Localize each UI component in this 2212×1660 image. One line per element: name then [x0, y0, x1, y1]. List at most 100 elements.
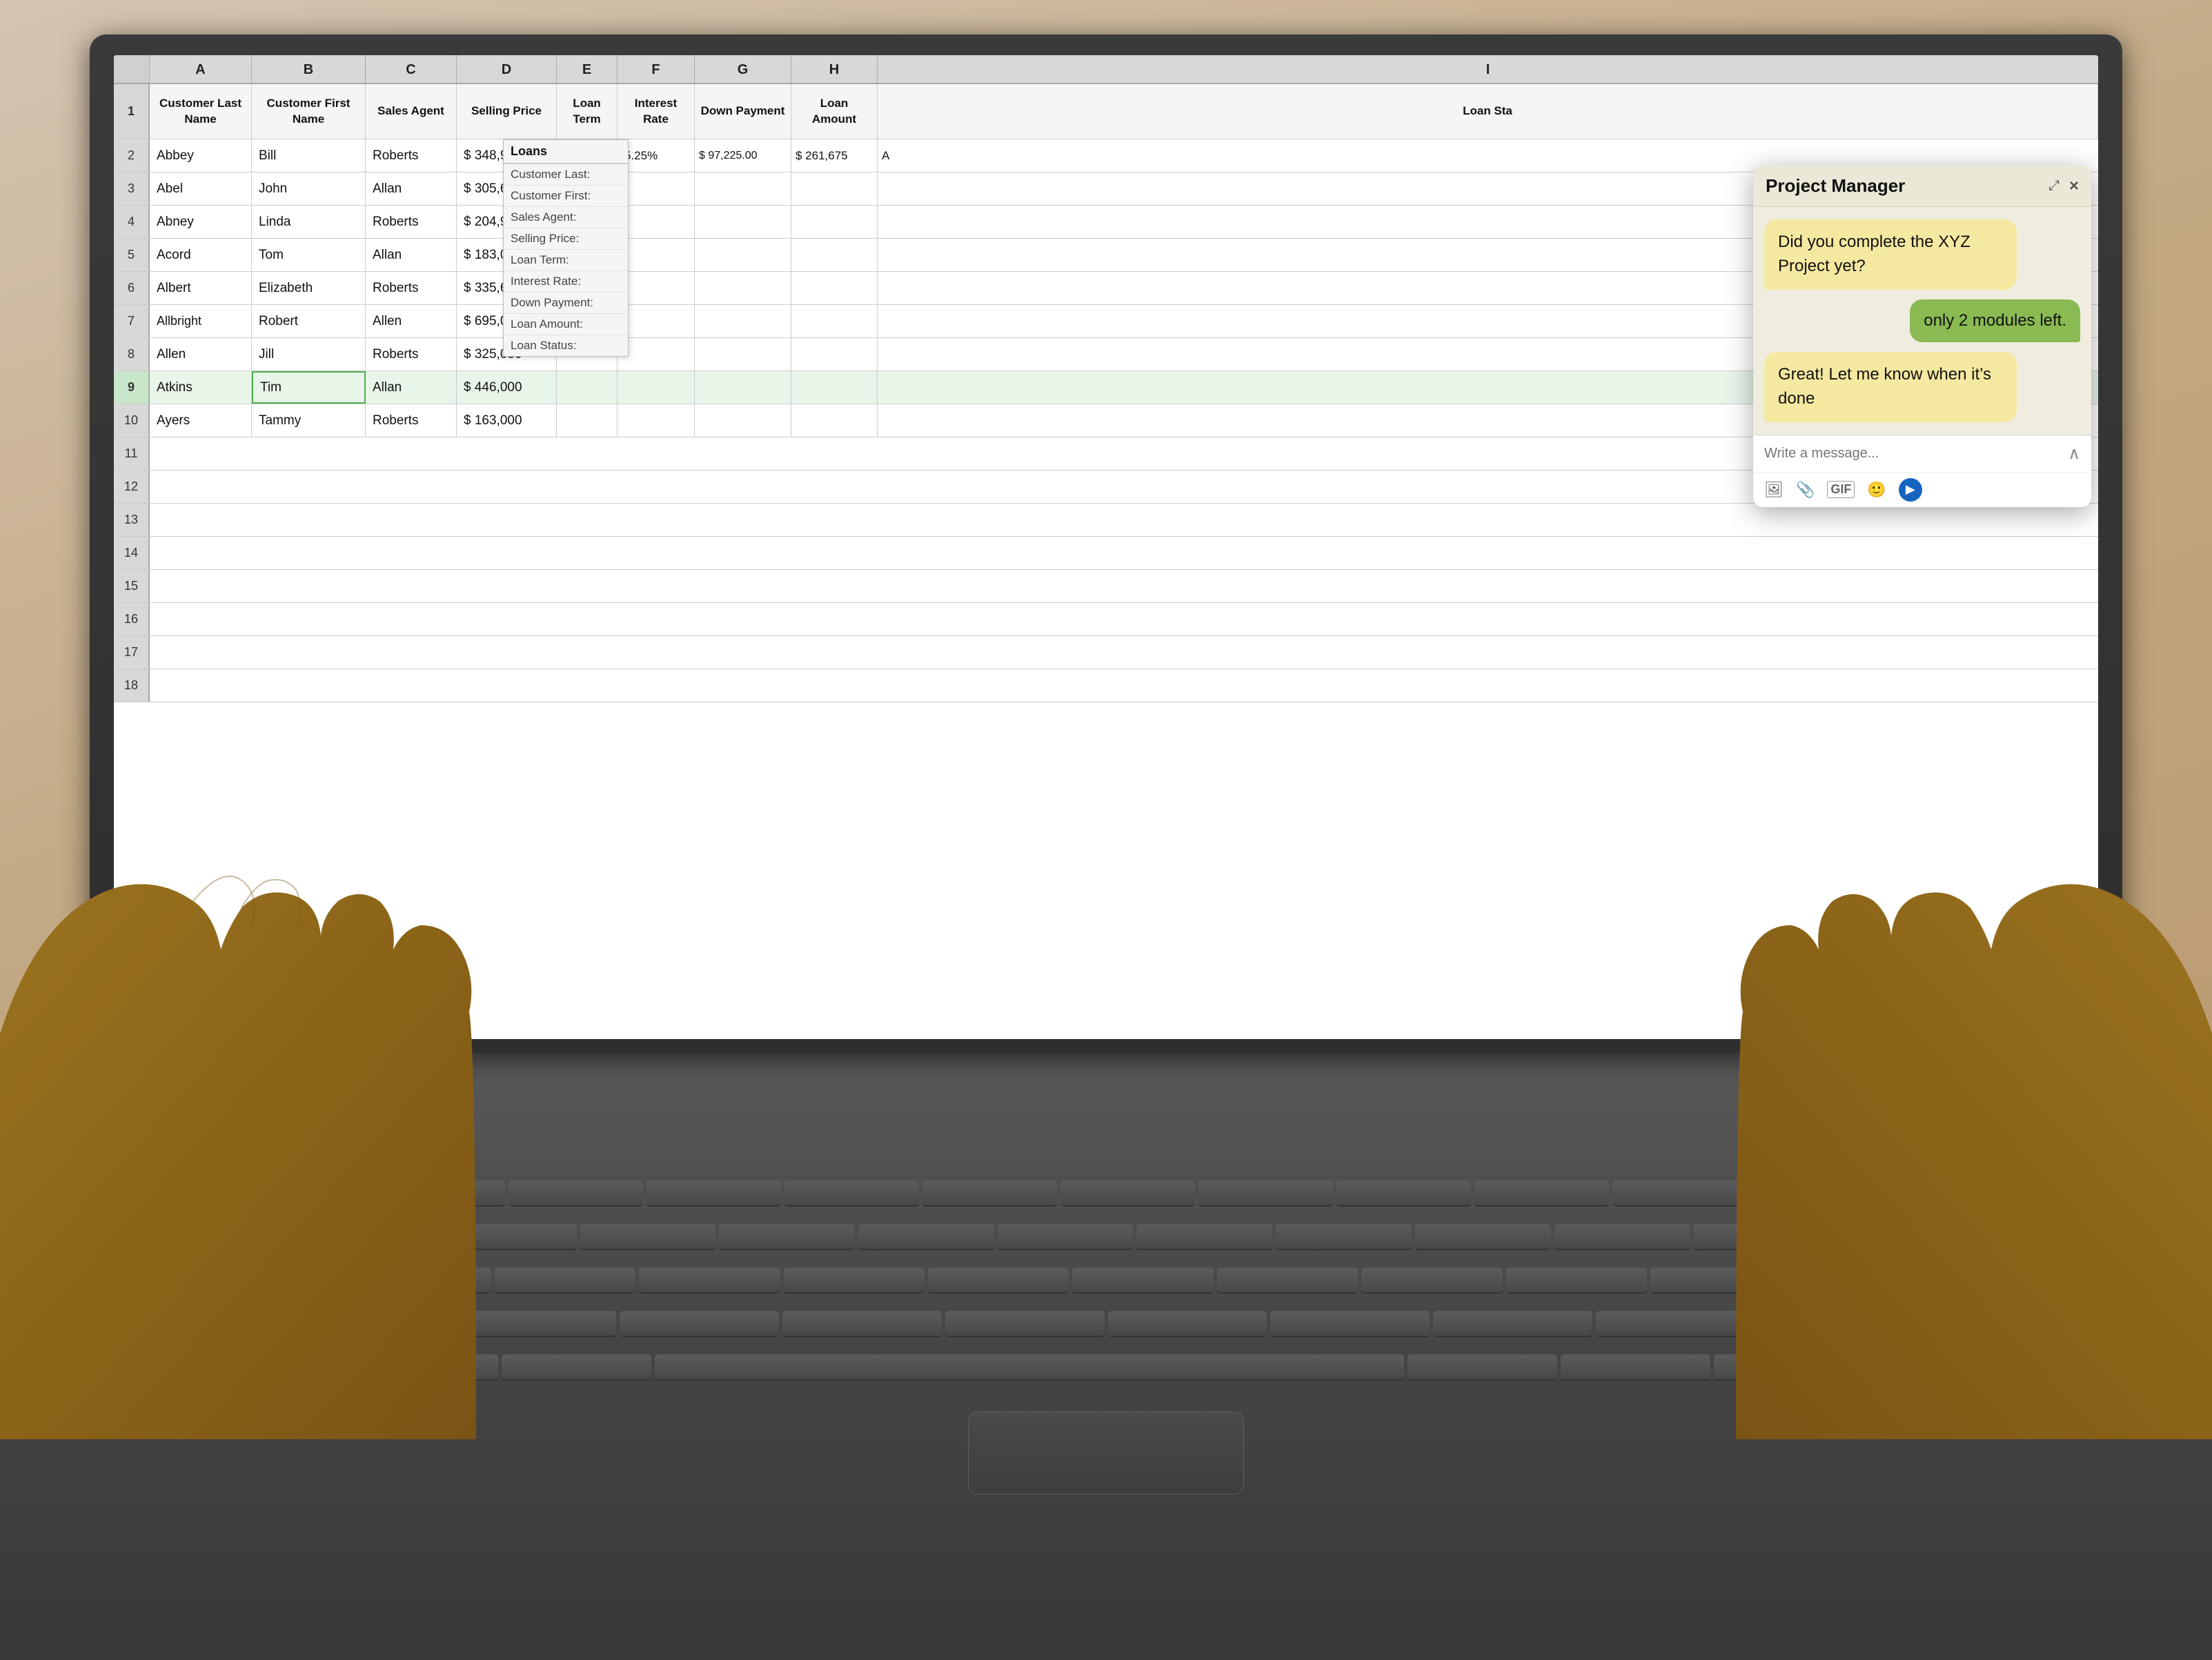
- cell-9g[interactable]: [695, 371, 791, 404]
- chat-message-input[interactable]: [1764, 446, 2061, 462]
- cell-1c[interactable]: Sales Agent: [366, 84, 457, 139]
- row-num-2: 2: [114, 139, 150, 172]
- cell-10f[interactable]: [618, 404, 695, 437]
- cell-5b[interactable]: Tom: [252, 239, 366, 271]
- cell-5a[interactable]: Acord: [150, 239, 252, 271]
- cell-1g[interactable]: Down Payment: [695, 84, 791, 139]
- corner-cell: [114, 55, 150, 83]
- table-row[interactable]: 18: [114, 669, 2098, 702]
- col-header-f: F: [618, 55, 695, 83]
- cell-1d[interactable]: Selling Price: [457, 84, 557, 139]
- cell-7f[interactable]: [618, 305, 695, 337]
- cell-9c[interactable]: Allan: [366, 371, 457, 404]
- cell-2g[interactable]: $ 97,225.00: [695, 139, 791, 172]
- chevron-up-icon[interactable]: ∧: [2068, 444, 2080, 464]
- cell-10a[interactable]: Ayers: [150, 404, 252, 437]
- trackpad[interactable]: [968, 1412, 1244, 1494]
- col-header-i: I: [878, 55, 2098, 83]
- table-row[interactable]: 17: [114, 636, 2098, 669]
- cell-7h[interactable]: [791, 305, 878, 337]
- cell-6f[interactable]: [618, 272, 695, 304]
- cell-7b[interactable]: Robert: [252, 305, 366, 337]
- cell-7g[interactable]: [695, 305, 791, 337]
- cell-10g[interactable]: [695, 404, 791, 437]
- cell-9f[interactable]: [618, 371, 695, 404]
- cell-4g[interactable]: [695, 206, 791, 238]
- table-row[interactable]: 14: [114, 537, 2098, 570]
- message-received-1: Did you complete the XYZ Project yet?: [1764, 219, 2017, 290]
- cell-3h[interactable]: [791, 172, 878, 205]
- row-num-9: 9: [114, 371, 150, 404]
- close-icon[interactable]: ×: [2069, 177, 2079, 196]
- table-row[interactable]: 16: [114, 603, 2098, 636]
- chat-title: Project Manager: [1766, 175, 1905, 197]
- cell-3a[interactable]: Abel: [150, 172, 252, 205]
- table-row[interactable]: 15: [114, 570, 2098, 603]
- cell-10e[interactable]: [557, 404, 618, 437]
- cell-6a[interactable]: Albert: [150, 272, 252, 304]
- cell-4a[interactable]: Abney: [150, 206, 252, 238]
- form-field-1: Customer Last:: [504, 164, 628, 186]
- cell-10b[interactable]: Tammy: [252, 404, 366, 437]
- cell-1b[interactable]: Customer First Name: [252, 84, 366, 139]
- emoji-icon[interactable]: 🙂: [1867, 481, 1886, 499]
- cell-3c[interactable]: Allan: [366, 172, 457, 205]
- cell-1a[interactable]: Customer Last Name: [150, 84, 252, 139]
- cell-2f[interactable]: 5.25%: [618, 139, 695, 172]
- cell-8g[interactable]: [695, 338, 791, 370]
- cell-2c[interactable]: Roberts: [366, 139, 457, 172]
- cell-6h[interactable]: [791, 272, 878, 304]
- cell-5h[interactable]: [791, 239, 878, 271]
- cell-5c[interactable]: Allan: [366, 239, 457, 271]
- cell-4f[interactable]: [618, 206, 695, 238]
- gif-icon[interactable]: GIF: [1827, 481, 1855, 498]
- table-row[interactable]: 13: [114, 504, 2098, 537]
- form-title: Loans: [504, 140, 628, 164]
- expand-icon[interactable]: ⤢: [2048, 178, 2060, 194]
- cell-10h[interactable]: [791, 404, 878, 437]
- cell-3f[interactable]: [618, 172, 695, 205]
- cell-7c[interactable]: Allen: [366, 305, 457, 337]
- cell-8b[interactable]: Jill: [252, 338, 366, 370]
- cell-10c[interactable]: Roberts: [366, 404, 457, 437]
- cell-8h[interactable]: [791, 338, 878, 370]
- image-icon[interactable]: 🖼: [1764, 481, 1784, 499]
- cell-6c[interactable]: Roberts: [366, 272, 457, 304]
- cell-8a[interactable]: Allen: [150, 338, 252, 370]
- form-field-6: Interest Rate:: [504, 271, 628, 293]
- cell-5f[interactable]: [618, 239, 695, 271]
- cell-6b[interactable]: Elizabeth: [252, 272, 366, 304]
- cell-10d[interactable]: $ 163,000: [457, 404, 557, 437]
- cell-7a[interactable]: Allbright: [150, 305, 252, 337]
- cell-1i[interactable]: Loan Sta: [878, 84, 2098, 139]
- cell-9a[interactable]: Atkins: [150, 371, 252, 404]
- cell-9e[interactable]: [557, 371, 618, 404]
- cell-4c[interactable]: Roberts: [366, 206, 457, 238]
- cell-4h[interactable]: [791, 206, 878, 238]
- cell-1f[interactable]: Interest Rate: [618, 84, 695, 139]
- cell-2a[interactable]: Abbey: [150, 139, 252, 172]
- form-field-4: Selling Price:: [504, 228, 628, 250]
- cell-1e[interactable]: Loan Term: [557, 84, 618, 139]
- cell-8f[interactable]: [618, 338, 695, 370]
- cell-9b[interactable]: Tim: [252, 371, 366, 404]
- row-num-6: 6: [114, 272, 150, 304]
- cell-2h[interactable]: $ 261,675: [791, 139, 878, 172]
- cell-9h[interactable]: [791, 371, 878, 404]
- cell-8c[interactable]: Roberts: [366, 338, 457, 370]
- right-hand: [1736, 873, 2212, 1439]
- cell-3g[interactable]: [695, 172, 791, 205]
- cell-1h[interactable]: Loan Amount: [791, 84, 878, 139]
- attachment-icon[interactable]: 📎: [1796, 481, 1815, 499]
- cell-4b[interactable]: Linda: [252, 206, 366, 238]
- cell-6g[interactable]: [695, 272, 791, 304]
- cell-5g[interactable]: [695, 239, 791, 271]
- cell-3b[interactable]: John: [252, 172, 366, 205]
- row-num-7: 7: [114, 305, 150, 337]
- video-icon[interactable]: ▶: [1899, 478, 1922, 502]
- cell-2b[interactable]: Bill: [252, 139, 366, 172]
- cell-9d[interactable]: $ 446,000: [457, 371, 557, 404]
- chat-input-area[interactable]: ∧: [1753, 435, 2091, 472]
- chat-popup: Project Manager ⤢ × Did you complete the…: [1753, 166, 2091, 507]
- message-sent-1: only 2 modules left.: [1910, 299, 2080, 343]
